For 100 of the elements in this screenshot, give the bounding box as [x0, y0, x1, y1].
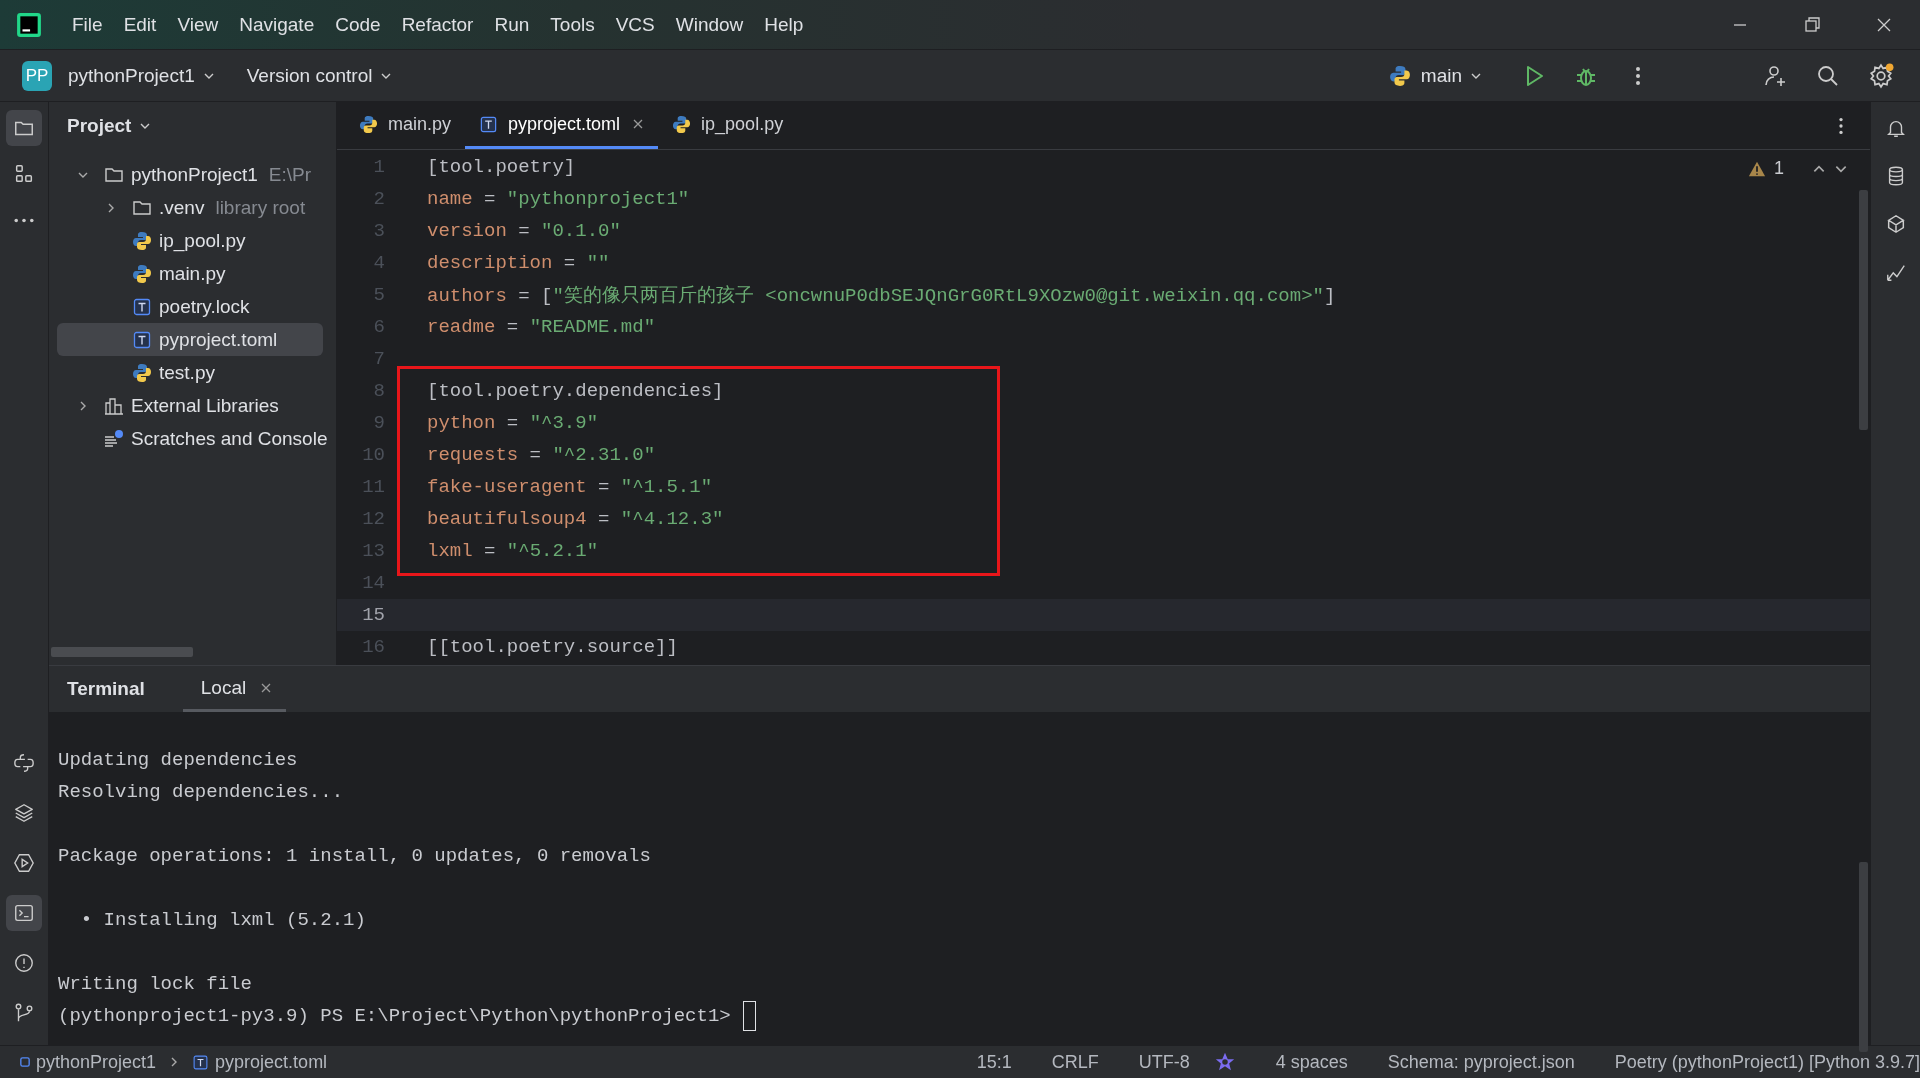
scrollbar[interactable] [1859, 190, 1868, 430]
tree-item-label: pythonProject1 [131, 163, 258, 186]
menu-item[interactable]: Edit [123, 13, 157, 36]
code-line: requests = "^2.31.0" [427, 444, 656, 466]
status-bar-item[interactable]: 4 spaces [1275, 1051, 1348, 1073]
tree-item-hint: library root [215, 196, 306, 219]
tree-item-label: .venv [159, 196, 205, 219]
project-view-dropdown[interactable]: Project [61, 114, 158, 138]
code-line: [[tool.poetry.source]] [427, 636, 678, 658]
run-configuration-dropdown[interactable]: main [1414, 60, 1488, 91]
tree-item-label: External Libraries [131, 394, 279, 417]
menu-item[interactable]: Help [764, 13, 804, 36]
scrollbar[interactable] [1859, 862, 1868, 1052]
text-cursor [742, 1001, 756, 1031]
tab-label: main.py [388, 113, 452, 135]
close-icon[interactable] [632, 118, 645, 130]
close-icon[interactable] [260, 681, 273, 694]
status-bar-item[interactable]: Schema: pyproject.json [1387, 1051, 1575, 1073]
tab-label: Local [200, 676, 247, 699]
breadcrumb-item[interactable]: pyproject.toml [215, 1051, 328, 1073]
app-logo-icon[interactable] [16, 11, 42, 38]
terminal-tool-button[interactable] [6, 895, 42, 931]
tree-item-label: poetry.lock [159, 295, 250, 318]
tree-item[interactable]: poetry.lock [57, 290, 250, 323]
toml-file-icon [132, 296, 152, 317]
terminal-output-line: Updating dependencies [58, 748, 298, 773]
menu-item[interactable]: File [72, 13, 103, 36]
menu-item[interactable]: View [177, 13, 219, 36]
menu-item[interactable]: Refactor [401, 13, 474, 36]
star-icon[interactable] [1213, 1051, 1236, 1073]
toml-file-icon [479, 114, 499, 134]
tree-item[interactable]: External Libraries [57, 389, 279, 422]
module-icon [20, 1057, 30, 1067]
menu-item[interactable]: Run [494, 13, 530, 36]
tree-item-label: pyproject.toml [159, 328, 278, 351]
python-icon [1388, 64, 1411, 87]
breadcrumb-item[interactable]: pythonProject1 [36, 1051, 157, 1073]
python-icon [359, 114, 378, 134]
tab-label: ip_pool.py [701, 113, 784, 135]
editor-tab[interactable]: main.py [345, 102, 466, 149]
terminal-output-line: • Installing lxml (5.2.1) [79, 908, 366, 933]
tree-item-label: test.py [159, 361, 215, 384]
code-line: lxml = "^5.2.1" [427, 540, 599, 562]
status-bar-item[interactable]: 15:1 [976, 1051, 1012, 1073]
tree-item[interactable]: ip_pool.py [57, 224, 246, 257]
scratches-icon [104, 428, 124, 449]
library-icon [104, 395, 124, 416]
folder-tool-button[interactable] [6, 110, 42, 146]
tree-item[interactable]: Scratches and Console [57, 422, 328, 455]
tree-item[interactable]: pyproject.toml [57, 323, 323, 356]
tree-item[interactable]: test.py [57, 356, 215, 389]
settings-icon[interactable] [1868, 62, 1894, 89]
python-icon [132, 230, 152, 251]
code-line: readme = "README.md" [427, 316, 656, 338]
python-icon [132, 263, 152, 284]
tab-label: pyproject.toml [508, 113, 621, 135]
code-line: authors = ["笑的像只两百斤的孩子 <oncwnuP0dbSEJQnGrG0RtL9XOzw0@git.weixin.qq.com>"] [427, 284, 1336, 308]
code-line: description = "" [427, 252, 610, 274]
code-line: fake-useragent = "^1.5.1" [427, 476, 713, 498]
terminal-icon [13, 902, 35, 924]
project-badge: PP [22, 60, 52, 91]
structure-icon [13, 163, 35, 185]
python-icon [13, 752, 35, 774]
terminal-tab[interactable]: Local [182, 666, 287, 712]
menu-item[interactable]: VCS [615, 13, 655, 36]
tree-item[interactable]: pythonProject1 E:\Pr [57, 158, 311, 191]
project-dropdown[interactable]: pythonProject1 [62, 60, 221, 91]
status-bar-item[interactable]: UTF-8 [1138, 1051, 1190, 1073]
tree-item[interactable]: .venv library root [57, 191, 306, 224]
version-control-dropdown[interactable]: Version control [240, 60, 399, 91]
menu-item[interactable]: Window [675, 13, 744, 36]
tree-item-hint: E:\Pr [268, 163, 311, 186]
python-icon [672, 114, 692, 134]
warning-icon [13, 952, 35, 974]
warning-count: 1 [1774, 158, 1784, 179]
editor-tab[interactable]: pyproject.toml [465, 102, 659, 149]
status-bar-item[interactable]: Poetry (pythonProject1) [Python 3.9.7] [1614, 1051, 1920, 1073]
scrollbar[interactable] [51, 647, 193, 657]
line-number: 15 [361, 604, 385, 626]
code-line: python = "^3.9" [427, 412, 599, 434]
code-line: beautifulsoup4 = "^4.12.3" [427, 508, 724, 530]
branch-icon [13, 1002, 35, 1024]
editor-tab[interactable]: ip_pool.py [658, 102, 798, 149]
menu-item[interactable]: Tools [550, 13, 595, 36]
search-icon[interactable] [1816, 63, 1840, 88]
status-bar-item[interactable]: CRLF [1051, 1051, 1099, 1073]
terminal-prompt: (pythonproject1-py3.9) PS E:\Project\Python\pythonProject1> [58, 1004, 731, 1029]
terminal-output-line: Resolving dependencies... [58, 780, 344, 805]
add-user-icon[interactable] [1764, 63, 1788, 88]
menu-item[interactable]: Code [335, 13, 381, 36]
play-icon [13, 852, 35, 874]
restore-icon[interactable] [1802, 14, 1822, 35]
menu-item[interactable]: Navigate [239, 13, 315, 36]
tree-item-label: Scratches and Console [131, 427, 328, 450]
tree-item[interactable]: main.py [57, 257, 226, 290]
toml-file-icon [132, 329, 152, 350]
code-line: [tool.poetry.dependencies] [427, 380, 724, 402]
code-line: name = "pythonproject1" [427, 188, 690, 210]
tree-item-label: main.py [159, 262, 226, 285]
python-icon [132, 362, 152, 383]
